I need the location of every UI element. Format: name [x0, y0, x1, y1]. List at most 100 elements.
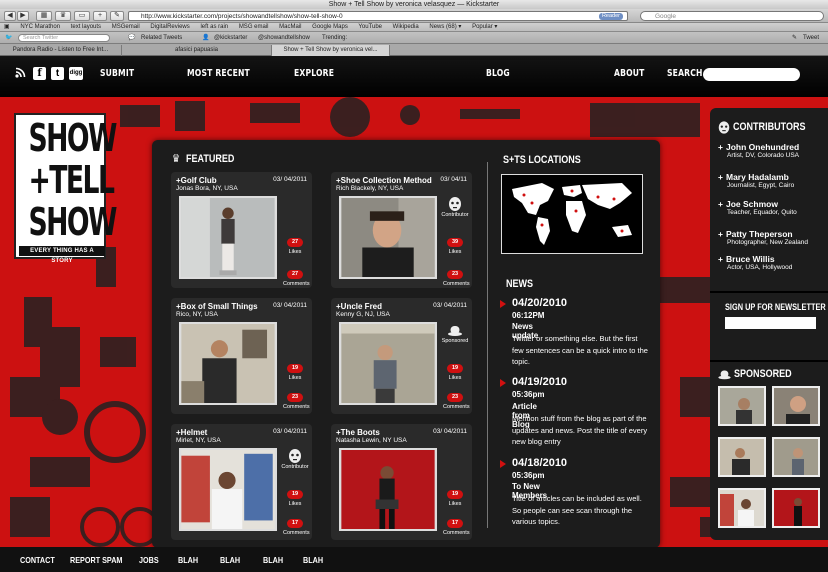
- card-thumbnail[interactable]: [339, 448, 437, 531]
- tab-show-tell[interactable]: Show + Tell Show by veronica vel...: [272, 45, 390, 56]
- footer-blah[interactable]: BLAH: [220, 555, 240, 565]
- bookmark-item[interactable]: Wikipedia: [393, 24, 419, 30]
- facebook-icon[interactable]: f: [33, 67, 46, 80]
- card-thumbnail[interactable]: [179, 448, 277, 531]
- featured-card[interactable]: +Helmet 03/ 04/2011 Mirlet, NY, USA Cont…: [171, 424, 312, 540]
- bookmark-item[interactable]: text layouts: [71, 24, 101, 30]
- footer-jobs[interactable]: JOBS: [139, 555, 159, 565]
- comments-badge[interactable]: 23 Comments: [283, 385, 310, 410]
- sponsored-thumbnail[interactable]: [718, 437, 766, 477]
- handle-link[interactable]: @kickstarter: [214, 32, 247, 44]
- nav-blog[interactable]: BLOG: [486, 68, 510, 79]
- likes-badge[interactable]: 19 Likes: [443, 482, 467, 507]
- likes-badge[interactable]: 19 Likes: [283, 356, 307, 381]
- card-title[interactable]: +Shoe Collection Method: [336, 176, 432, 185]
- bookmarks-button[interactable]: ♛: [55, 11, 71, 21]
- likes-badge[interactable]: 19 Likes: [443, 356, 467, 381]
- bookmark-item[interactable]: News (68) ▾: [429, 24, 461, 30]
- bookmark-item[interactable]: DigitalReviews: [150, 24, 189, 30]
- featured-card[interactable]: +Uncle Fred 03/ 04/2011 Kenny G, NJ, USA…: [331, 298, 472, 414]
- show-tell-logo[interactable]: SHOW +TELL SHOW EVERY THING HAS A STORY: [14, 113, 117, 264]
- rss-icon[interactable]: [14, 67, 26, 80]
- forward-button[interactable]: ▶: [17, 11, 29, 21]
- likes-badge[interactable]: 27 Likes: [283, 230, 307, 255]
- digg-icon[interactable]: digg: [69, 67, 83, 80]
- add-bookmark-button[interactable]: +: [93, 11, 107, 21]
- browser-toolbar: ◀ ▶ ▦ ♛ ▭ + ✎ http://www.kickstarter.com…: [0, 9, 828, 23]
- twitter-icon[interactable]: t: [51, 67, 64, 80]
- compose-icon[interactable]: ✎: [792, 32, 797, 44]
- card-title[interactable]: +Box of Small Things: [176, 302, 258, 311]
- back-button[interactable]: ◀: [4, 11, 16, 21]
- thumbnail-image: [341, 450, 435, 529]
- twitter-search-input[interactable]: Search Twitter: [18, 34, 110, 42]
- footer-blah[interactable]: BLAH: [263, 555, 283, 565]
- footer-contact[interactable]: CONTACT: [20, 555, 55, 565]
- contributor-item[interactable]: + Mary Hadalamb Journalist, Egypt, Cairo: [718, 172, 794, 189]
- site-search-input[interactable]: [703, 68, 800, 81]
- nav-about[interactable]: ABOUT: [614, 68, 645, 79]
- card-title[interactable]: +Golf Club: [176, 176, 217, 185]
- sponsored-thumbnail[interactable]: [718, 386, 766, 426]
- google-search-input[interactable]: Google: [640, 11, 824, 21]
- edit-icon[interactable]: ✎: [110, 11, 124, 21]
- reader-button[interactable]: Reader: [598, 13, 623, 20]
- bookmark-item[interactable]: YouTube: [358, 24, 382, 30]
- bookmark-item[interactable]: Google Maps: [312, 24, 348, 30]
- sponsored-thumbnail[interactable]: [718, 488, 766, 528]
- nav-submit[interactable]: SUBMIT: [100, 68, 134, 79]
- thumbnail-image: [341, 198, 435, 277]
- contributor-item[interactable]: + John Onehundred Artist, DV, Colorado US…: [718, 142, 799, 159]
- nav-explore[interactable]: EXPLORE: [294, 68, 334, 79]
- handle-link[interactable]: @showandtellshow: [258, 32, 310, 44]
- likes-badge[interactable]: 39 Likes: [443, 230, 467, 255]
- card-title[interactable]: +Uncle Fred: [336, 302, 382, 311]
- comments-badge[interactable]: 23 Comments: [443, 262, 470, 287]
- bookmark-item[interactable]: left as rain: [200, 24, 228, 30]
- world-map-image: [512, 183, 632, 245]
- sponsored-thumbnail[interactable]: [772, 488, 820, 528]
- sponsored-thumbnail[interactable]: [772, 437, 820, 477]
- comments-badge[interactable]: 27 Comments: [283, 262, 310, 287]
- plus-icon: +: [718, 199, 723, 209]
- tab-pandora[interactable]: Pandora Radio - Listen to Free Int...: [0, 45, 122, 56]
- grid-view-button[interactable]: ▦: [36, 11, 52, 21]
- share-button[interactable]: ▭: [74, 11, 90, 21]
- tab-afasici[interactable]: afasici papuasia: [122, 45, 272, 56]
- card-title[interactable]: +The Boots: [336, 428, 380, 437]
- url-text: http://www.kickstarter.com/projects/show…: [141, 13, 343, 20]
- comments-badge[interactable]: 23 Comments: [443, 385, 470, 410]
- card-thumbnail[interactable]: [179, 196, 277, 279]
- bookmark-item[interactable]: MacMail: [279, 24, 301, 30]
- footer-blah[interactable]: BLAH: [303, 555, 323, 565]
- featured-card[interactable]: +Box of Small Things 03/ 04/2011 Rico, N…: [171, 298, 312, 414]
- card-title[interactable]: +Helmet: [176, 428, 207, 437]
- card-thumbnail[interactable]: [339, 196, 437, 279]
- comments-badge[interactable]: 17 Comments: [443, 511, 470, 536]
- bookmark-item[interactable]: Popular ▾: [472, 24, 497, 30]
- featured-card[interactable]: +Shoe Collection Method 03/ 04/11 Rich B…: [331, 172, 472, 288]
- footer-report-spam[interactable]: REPORT SPAM: [70, 555, 122, 565]
- world-map[interactable]: [501, 174, 643, 254]
- comments-badge[interactable]: 17 Comments: [283, 511, 310, 536]
- bookmark-item[interactable]: MSGemail: [112, 24, 140, 30]
- card-thumbnail[interactable]: [339, 322, 437, 405]
- related-tweets-button[interactable]: Related Tweets: [141, 32, 182, 44]
- contributor-item[interactable]: + Joe Schmow Teacher, Equador, Quito: [718, 199, 797, 216]
- contributor-mask-icon: [449, 197, 461, 211]
- bookmark-item[interactable]: MSG email: [239, 24, 269, 30]
- nav-most-recent[interactable]: MOST RECENT: [187, 68, 250, 79]
- card-thumbnail[interactable]: [179, 322, 277, 405]
- footer-blah[interactable]: BLAH: [178, 555, 198, 565]
- sponsored-thumbnail[interactable]: [772, 386, 820, 426]
- newsletter-email-input[interactable]: [725, 317, 816, 329]
- featured-card[interactable]: +Golf Club 03/ 04/2011 Jonas Bora, NY, U…: [171, 172, 312, 288]
- featured-card[interactable]: +The Boots 03/ 04/2011 Natasha Lewin, NY…: [331, 424, 472, 540]
- contributor-item[interactable]: + Patty Theperson Photographer, New Zeala…: [718, 229, 808, 246]
- address-bar[interactable]: http://www.kickstarter.com/projects/show…: [128, 11, 628, 21]
- tweet-button[interactable]: Tweet: [803, 32, 819, 44]
- likes-badge[interactable]: 19 Likes: [283, 482, 307, 507]
- contributor-item[interactable]: + Bruce Willis Actor, USA, Hollywood: [718, 254, 792, 271]
- bookmark-item[interactable]: NYC Marathon: [20, 24, 60, 30]
- reading-list-icon[interactable]: ▣: [4, 24, 10, 30]
